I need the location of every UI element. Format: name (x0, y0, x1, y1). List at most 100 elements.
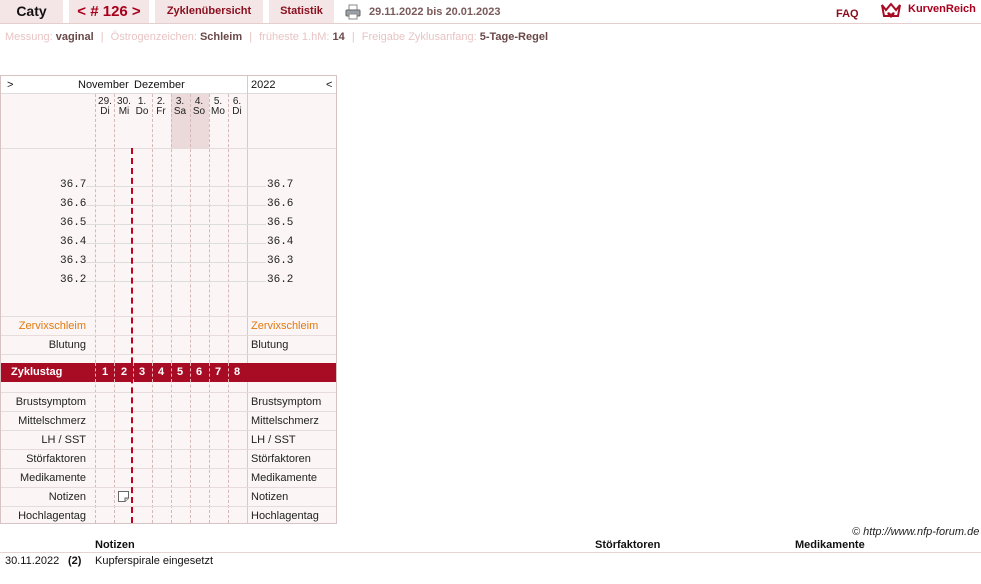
cycle-day-separator (171, 363, 172, 382)
row-separator (1, 487, 336, 488)
row-label-disruptions: Störfaktoren (26, 453, 86, 465)
estrogen-label: Östrogenzeichen: (110, 31, 197, 43)
earliest-value: 14 (332, 31, 345, 43)
note-cycle-day: (2) (68, 555, 82, 567)
cycle-day-number: 7 (214, 366, 222, 378)
day-weekday: Do (135, 106, 149, 117)
row-label-breast-right: Brustsymptom (251, 396, 322, 408)
cycle-day-label: Zyklustag (11, 366, 63, 378)
user-name: Caty (0, 0, 63, 23)
row-label-midpain-right: Mittelschmerz (251, 415, 319, 427)
month-december: Dezember (134, 79, 185, 91)
notes-column-header: Notizen (95, 539, 135, 551)
top-bar: Caty < # 126 > Zyklenübersicht Statistik… (0, 0, 981, 24)
printer-icon[interactable] (345, 4, 361, 20)
temp-label: 36.5 (267, 217, 294, 229)
cycle-day-number: 5 (176, 366, 184, 378)
row-label-medications-right: Medikamente (251, 472, 318, 484)
column-separator (247, 76, 248, 523)
temp-gridline (86, 281, 266, 282)
day-gridline (152, 94, 153, 523)
date-range: 29.11.2022 bis 20.01.2023 (369, 6, 501, 18)
row-separator (1, 354, 336, 355)
day-gridline (171, 94, 172, 523)
temp-label: 36.2 (267, 274, 294, 286)
crown-heart-icon (881, 2, 901, 18)
statistics-link[interactable]: Statistik (269, 0, 334, 23)
bleeding-label: Blutung (48, 339, 86, 351)
row-separator (1, 430, 336, 431)
temp-label: 36.3 (60, 255, 87, 267)
row-separator (1, 411, 336, 412)
cervix-label: Zervixschleim (18, 320, 86, 332)
year-label: 2022 (251, 79, 276, 91)
cervix-label-right: Zervixschleim (251, 320, 319, 332)
day-weekday: Fr (156, 106, 166, 117)
row-label-notes-right: Notizen (251, 491, 289, 503)
nav-prev-button[interactable]: > (7, 79, 13, 91)
faq-link[interactable]: FAQ (836, 2, 859, 26)
row-label-high-day-right: Hochlagentag (251, 510, 319, 522)
medications-column-header: Medikamente (795, 539, 865, 551)
note-text: Kupferspirale eingesetzt (95, 555, 214, 567)
cycle-chart: > November Dezember 2022 < 29. Di 30. Mi 1… (0, 75, 337, 524)
temp-label: 36.6 (267, 198, 294, 210)
note-icon[interactable] (118, 491, 129, 502)
month-november: November (78, 79, 129, 91)
row-label-breast: Brustsymptom (15, 396, 86, 408)
row-label-notes: Notizen (48, 491, 86, 503)
temp-label: 36.5 (60, 217, 87, 229)
row-label-high-day: Hochlagentag (18, 510, 86, 522)
cycle-day-number: 8 (233, 366, 241, 378)
day-weekday: Sa (173, 106, 187, 117)
logo-text[interactable]: KurvenReich (908, 3, 976, 15)
temp-label: 36.3 (267, 255, 294, 267)
cycle-day-separator (95, 363, 96, 382)
cycle-start-line (131, 148, 133, 523)
nav-next-button[interactable]: < (326, 79, 332, 91)
row-label-lh: LH / SST (41, 434, 86, 446)
temp-label: 36.2 (60, 274, 87, 286)
day-gridline (190, 94, 191, 523)
bleeding-label-right: Blutung (251, 339, 289, 351)
row-separator (1, 468, 336, 469)
temp-label: 36.6 (60, 198, 87, 210)
day-weekday: Mo (211, 106, 225, 117)
chart-header: > November Dezember 2022 < (1, 76, 336, 94)
measurement-value: vaginal (55, 31, 94, 43)
measurement-label: Messung: (5, 31, 53, 43)
row-separator (1, 148, 336, 149)
cycle-day-number: 3 (138, 366, 146, 378)
release-value: 5-Tage-Regel (479, 31, 549, 43)
cycle-navigation[interactable]: < # 126 > (69, 0, 149, 23)
earliest-label: früheste 1.hM: (259, 31, 330, 43)
temp-gridline (86, 186, 266, 187)
row-separator (1, 449, 336, 450)
day-gridline (228, 94, 229, 523)
settings-line: Messung: vaginal | Östrogenzeichen: Schl… (5, 31, 548, 43)
row-separator (1, 392, 336, 393)
day-gridline (95, 94, 96, 523)
cycle-day-separator (228, 363, 229, 382)
row-separator (1, 506, 336, 507)
temp-gridline (86, 262, 266, 263)
row-label-midpain: Mittelschmerz (18, 415, 86, 427)
temp-gridline (86, 243, 266, 244)
cycle-overview-link[interactable]: Zyklenübersicht (155, 0, 263, 23)
cycle-day-number: 4 (157, 366, 165, 378)
row-label-medications: Medikamente (19, 472, 86, 484)
release-label: Freigabe Zyklusanfang: (361, 31, 477, 43)
separator: | (351, 31, 355, 43)
temp-label: 36.4 (60, 236, 87, 248)
day-gridline (114, 94, 115, 523)
separator: | (100, 31, 104, 43)
day-weekday: Di (232, 106, 242, 117)
cycle-day-separator (209, 363, 210, 382)
row-label-lh-right: LH / SST (251, 434, 296, 446)
copyright: © http://www.nfp-forum.de (852, 526, 980, 538)
day-weekday: So (192, 106, 206, 117)
row-separator (1, 316, 336, 317)
cycle-day-separator (190, 363, 191, 382)
temp-label: 36.7 (267, 179, 294, 191)
day-gridline (209, 94, 210, 523)
